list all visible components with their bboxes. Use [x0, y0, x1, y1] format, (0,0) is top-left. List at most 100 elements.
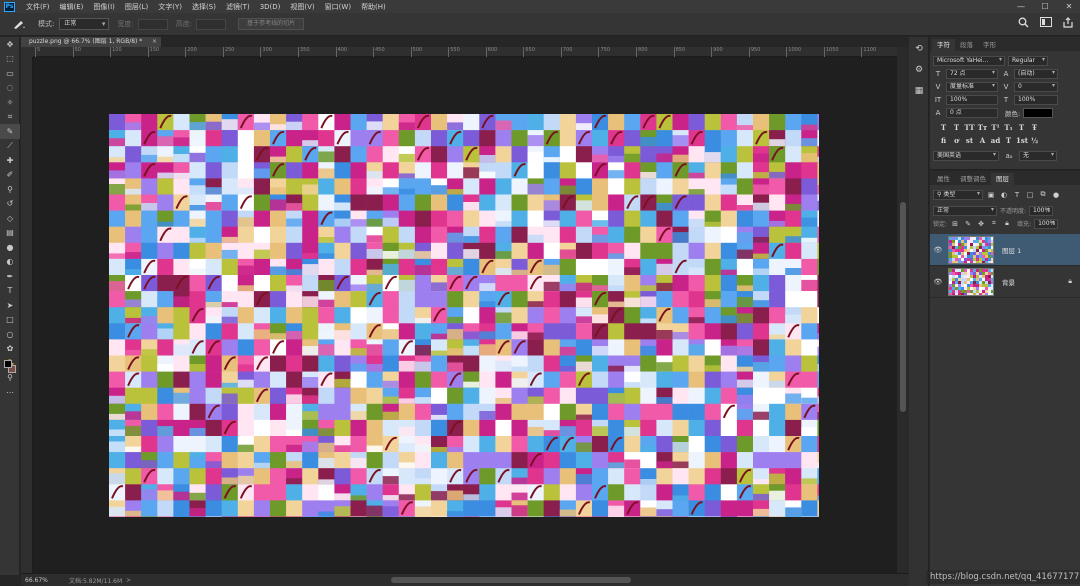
- menu-layer[interactable]: 图层(L): [120, 2, 153, 12]
- type-style-button-4[interactable]: T¹: [990, 123, 1001, 133]
- close-icon[interactable]: ✕: [1062, 0, 1076, 13]
- canvas-area[interactable]: [33, 57, 897, 573]
- menu-type[interactable]: 文字(Y): [153, 2, 187, 12]
- visibility-eye-icon[interactable]: 👁︎: [930, 278, 946, 286]
- properties-icon[interactable]: ⚙: [909, 62, 929, 79]
- opacity-input[interactable]: 100%: [1029, 205, 1054, 216]
- lock-all-icon[interactable]: 🔒︎: [1002, 219, 1012, 228]
- minimize-icon[interactable]: —: [1014, 0, 1028, 13]
- type-style-button-0[interactable]: T: [938, 123, 949, 133]
- type-style-button-7[interactable]: Ŧ: [1029, 123, 1040, 133]
- language-select[interactable]: 美国英语: [933, 150, 999, 161]
- menu-help[interactable]: 帮助(H): [356, 2, 391, 12]
- mode-select[interactable]: 正常: [59, 18, 110, 30]
- font-size-select[interactable]: 72 点: [946, 68, 998, 79]
- swatches-icon[interactable]: ▦: [909, 83, 929, 100]
- rectangle-tool-icon[interactable]: □: [0, 313, 20, 328]
- fill-input[interactable]: 100%: [1034, 218, 1059, 229]
- opentype-button-7[interactable]: ½: [1029, 136, 1040, 146]
- text-color-swatch[interactable]: [1023, 107, 1054, 118]
- share-icon[interactable]: [1061, 17, 1074, 30]
- gradient-tool-icon[interactable]: ▤: [0, 226, 20, 241]
- type-style-button-5[interactable]: T₁: [1003, 123, 1014, 133]
- pen-tool-icon[interactable]: ✒: [0, 269, 20, 284]
- custom-shape-tool-icon[interactable]: ✿: [0, 342, 20, 357]
- type-tool-icon[interactable]: T: [0, 284, 20, 299]
- slice-tool-preset-icon[interactable]: [8, 16, 30, 32]
- filter-shape-icon[interactable]: □: [1025, 191, 1035, 199]
- lock-artboard-icon[interactable]: ⌗: [989, 219, 999, 228]
- ellipse-tool-icon[interactable]: ○: [0, 327, 20, 342]
- tab-adjustments[interactable]: 调整调色: [955, 173, 991, 185]
- tab-glyphs[interactable]: 字形: [978, 39, 1001, 51]
- type-style-button-6[interactable]: T: [1016, 123, 1027, 133]
- filter-toggle-icon[interactable]: ●: [1051, 191, 1061, 199]
- filter-pixel-icon[interactable]: ▣: [986, 191, 996, 199]
- layer-name[interactable]: 图层 1: [1002, 245, 1021, 255]
- font-family-select[interactable]: Microsoft YaHei...: [933, 55, 1005, 66]
- vertical-scale-input[interactable]: 100%: [946, 94, 998, 105]
- opentype-button-0[interactable]: ﬁ: [938, 136, 949, 146]
- horizontal-scroll-thumb[interactable]: [391, 577, 631, 583]
- tab-paragraph[interactable]: 段落: [955, 39, 978, 51]
- layer-name[interactable]: 背景: [1002, 277, 1015, 287]
- horizontal-scale-input[interactable]: 100%: [1014, 94, 1058, 105]
- search-icon[interactable]: [1017, 17, 1030, 30]
- type-style-button-2[interactable]: TT: [964, 123, 975, 133]
- status-menu-arrow[interactable]: >: [126, 577, 131, 584]
- path-selection-tool-icon[interactable]: ➤: [0, 298, 20, 313]
- layer-row[interactable]: 👁︎ 图层 1: [930, 234, 1080, 266]
- tab-properties[interactable]: 属性: [932, 173, 955, 185]
- tab-layers[interactable]: 图层: [991, 173, 1014, 185]
- menu-window[interactable]: 窗口(W): [320, 2, 356, 12]
- foreground-color-swatch[interactable]: [4, 360, 12, 368]
- menu-file[interactable]: 文件(F): [21, 2, 55, 12]
- menu-image[interactable]: 图像(I): [88, 2, 120, 12]
- lock-transparent-icon[interactable]: ⊞: [950, 220, 960, 228]
- filter-adjustment-icon[interactable]: ◐: [999, 191, 1009, 199]
- layer-filter-select[interactable]: ⚲ 类型: [933, 189, 983, 200]
- more-tools-icon[interactable]: ⋯: [0, 385, 20, 400]
- layer-row[interactable]: 👁︎ 背景 🔒︎: [930, 266, 1080, 298]
- eyedropper-tool-icon[interactable]: ⟋: [0, 139, 20, 154]
- blend-mode-select[interactable]: 正常: [933, 205, 997, 216]
- lasso-tool-icon[interactable]: ◌: [0, 81, 20, 96]
- menu-select[interactable]: 选择(S): [187, 2, 221, 12]
- tab-character[interactable]: 字符: [932, 39, 955, 51]
- opentype-button-4[interactable]: ad: [990, 136, 1001, 146]
- marquee-tool-icon[interactable]: ▭: [0, 66, 20, 81]
- opentype-button-6[interactable]: 1st: [1016, 136, 1028, 146]
- brush-tool-icon[interactable]: ✐: [0, 168, 20, 183]
- history-brush-tool-icon[interactable]: ↺: [0, 197, 20, 212]
- lock-position-icon[interactable]: ✥: [976, 220, 986, 228]
- move-tool-icon[interactable]: ✥: [0, 37, 20, 52]
- opentype-button-5[interactable]: T: [1003, 136, 1014, 146]
- baseline-shift-input[interactable]: 0 点: [946, 107, 998, 118]
- artboard-tool-icon[interactable]: ⬚: [0, 52, 20, 67]
- filter-smart-icon[interactable]: ⧉: [1038, 190, 1048, 199]
- menu-view[interactable]: 视图(V): [285, 2, 319, 12]
- slices-from-guides-button[interactable]: 基于参考线的切片: [238, 18, 305, 30]
- vertical-scroll-thumb[interactable]: [900, 202, 906, 412]
- height-input[interactable]: [196, 18, 227, 30]
- type-style-button-3[interactable]: Tт: [977, 123, 988, 133]
- workspace-icon[interactable]: [1039, 17, 1052, 30]
- menu-filter[interactable]: 滤镜(T): [221, 2, 255, 12]
- healing-brush-tool-icon[interactable]: ✚: [0, 153, 20, 168]
- filter-type-icon[interactable]: T: [1012, 191, 1022, 199]
- dodge-tool-icon[interactable]: ◐: [0, 255, 20, 270]
- width-input[interactable]: [137, 18, 168, 30]
- leading-select[interactable]: (自动): [1014, 68, 1058, 79]
- slice-tool-icon[interactable]: ✎: [0, 124, 20, 139]
- menu-3d[interactable]: 3D(D): [255, 3, 286, 11]
- type-style-button-1[interactable]: T: [951, 123, 962, 133]
- puzzle-image[interactable]: [109, 114, 819, 517]
- anti-alias-select[interactable]: 无: [1019, 150, 1057, 161]
- magic-wand-tool-icon[interactable]: ✧: [0, 95, 20, 110]
- zoom-level[interactable]: 66.67%: [21, 577, 55, 584]
- opentype-button-1[interactable]: ơ: [951, 136, 962, 146]
- visibility-eye-icon[interactable]: 👁︎: [930, 246, 946, 254]
- opentype-button-2[interactable]: st: [964, 136, 975, 146]
- eraser-tool-icon[interactable]: ◇: [0, 211, 20, 226]
- menu-edit[interactable]: 编辑(E): [55, 2, 89, 12]
